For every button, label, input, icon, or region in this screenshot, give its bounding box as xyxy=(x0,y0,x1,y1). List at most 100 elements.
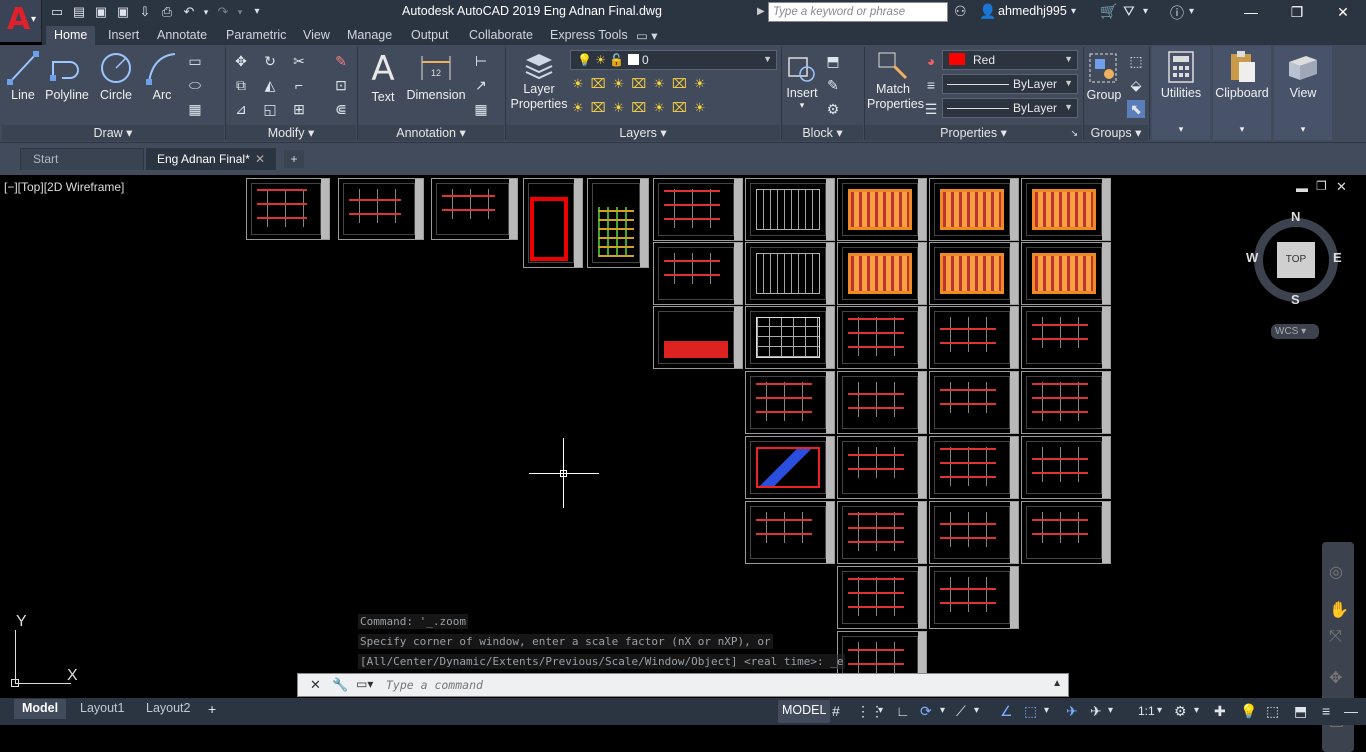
polar-dropdown-icon[interactable]: ▾ xyxy=(940,705,945,716)
annotation-scale[interactable]: 1:1 xyxy=(1138,704,1155,718)
properties-panel-label[interactable]: Properties ▾ ↘ xyxy=(865,125,1082,141)
add-layout-icon[interactable]: + xyxy=(208,701,216,717)
leader-style-icon[interactable]: ↗ xyxy=(472,76,490,94)
command-recent-icon[interactable]: ▭▾ xyxy=(356,677,373,691)
grid-icon[interactable]: # xyxy=(832,703,840,719)
save-icon[interactable]: ▣ xyxy=(92,4,110,20)
save-as-icon[interactable]: ▣ xyxy=(114,4,132,20)
workspace-dropdown-icon[interactable]: ▾ xyxy=(1194,705,1199,716)
tab-home[interactable]: Home xyxy=(46,26,96,45)
annotation-visibility-icon[interactable]: ✈ xyxy=(1066,703,1078,720)
lineweight-dropdown[interactable]: ByLayer ▼ xyxy=(942,98,1078,118)
search-input[interactable]: Type a keyword or phrase xyxy=(768,2,948,22)
compass-south[interactable]: S xyxy=(1291,292,1300,307)
gradient-icon[interactable]: ▦ xyxy=(186,100,204,118)
tab-insert[interactable]: Insert xyxy=(100,26,147,45)
command-customize-icon[interactable]: 🔧 xyxy=(332,677,348,693)
ribbon-options-icon[interactable]: ▭ ▾ xyxy=(628,26,666,45)
snap-dropdown-icon[interactable]: ▾ xyxy=(878,705,883,716)
command-history-toggle-icon[interactable]: ▲ xyxy=(1052,678,1062,689)
viewport-close-icon[interactable]: ✕ xyxy=(1336,179,1347,195)
lineweight-icon[interactable]: ≡ xyxy=(922,76,940,94)
mirror-icon[interactable]: ◭ xyxy=(261,76,279,94)
annotation-scale-dropdown-icon[interactable]: ▾ xyxy=(1157,705,1162,716)
redo-icon[interactable]: ↷ xyxy=(214,4,232,20)
linetype-icon[interactable]: ☰ xyxy=(922,100,940,118)
table-icon[interactable]: ▦ xyxy=(472,100,490,118)
group-edit-icon[interactable]: ⬙ xyxy=(1127,76,1145,94)
edit-attributes-icon[interactable]: ⚙ xyxy=(824,100,842,118)
linetype-dropdown[interactable]: ByLayer ▼ xyxy=(942,74,1078,94)
object-color-icon[interactable]: ◕ xyxy=(922,52,940,70)
viewcube-top-face[interactable]: TOP xyxy=(1277,242,1315,278)
object-snap-dropdown-icon[interactable]: ▾ xyxy=(1044,705,1049,716)
clipboard-button[interactable]: Clipboard ▾ xyxy=(1213,46,1271,140)
arc-button[interactable]: Arc xyxy=(143,50,181,102)
scale-icon[interactable]: ◱ xyxy=(261,100,279,118)
annotation-panel-label[interactable]: Annotation ▾ xyxy=(358,125,504,141)
pan-icon[interactable]: ✋ xyxy=(1329,600,1349,620)
polar-icon[interactable]: ⟳ xyxy=(920,703,932,720)
layer-dropdown[interactable]: 💡 ☀ 🔓 0 ▼ xyxy=(570,50,777,70)
redo-dropdown-icon[interactable]: ▾ xyxy=(236,4,244,20)
match-properties-button[interactable]: Match Properties xyxy=(867,50,924,112)
viewport-controls[interactable]: [−][Top][2D Wireframe] xyxy=(4,180,124,194)
a360-dropdown-icon[interactable]: ▾ xyxy=(1143,6,1148,17)
username[interactable]: ahmedhj995 xyxy=(998,4,1067,18)
trim-icon[interactable]: ✂ xyxy=(290,52,308,70)
groups-panel-label[interactable]: Groups ▾ xyxy=(1084,125,1148,141)
compass-north[interactable]: N xyxy=(1291,209,1300,224)
compass-east[interactable]: E xyxy=(1333,250,1342,265)
model-space-button[interactable]: MODEL xyxy=(778,700,831,723)
dimension-button[interactable]: 12 Dimension xyxy=(405,50,467,102)
group-selection-icon[interactable]: ⬉ xyxy=(1127,100,1145,118)
clean-screen-icon[interactable]: ⬒ xyxy=(1294,703,1307,720)
help-icon[interactable]: ⓘ xyxy=(1170,3,1184,23)
new-file-icon[interactable]: ▭ xyxy=(48,4,66,20)
erase-icon[interactable]: ✎ xyxy=(332,52,350,70)
hatch-icon[interactable]: ⬭ xyxy=(186,76,204,94)
command-close-icon[interactable]: ✕ xyxy=(310,677,321,693)
fillet-icon[interactable]: ⌐ xyxy=(290,76,308,94)
tab-parametric[interactable]: Parametric xyxy=(218,26,294,45)
auto-scale-dropdown-icon[interactable]: ▾ xyxy=(1108,705,1113,716)
move-icon[interactable]: ✥ xyxy=(232,52,250,70)
color-dropdown[interactable]: Red ▼ xyxy=(942,50,1078,70)
a360-icon[interactable]: ⛛ xyxy=(1123,3,1135,20)
line-button[interactable]: Line xyxy=(4,50,42,102)
file-tab-active[interactable]: Eng Adnan Final* ✕ xyxy=(146,148,276,170)
application-menu-button[interactable]: A ▾ xyxy=(0,0,42,42)
compass-west[interactable]: W xyxy=(1246,250,1258,265)
search-expand-icon[interactable]: ▶ xyxy=(757,3,767,21)
annotation-monitor-icon[interactable]: ✚ xyxy=(1214,703,1226,720)
rotate-icon[interactable]: ↻ xyxy=(261,52,279,70)
close-tab-icon[interactable]: ✕ xyxy=(255,152,265,166)
layer-properties-button[interactable]: Layer Properties xyxy=(510,50,568,112)
isodraft-icon[interactable]: ⟋ xyxy=(956,703,966,720)
ortho-icon[interactable]: ∟ xyxy=(896,703,910,719)
steering-wheel-icon[interactable]: ◎ xyxy=(1329,562,1343,582)
ungroup-icon[interactable]: ⬚ xyxy=(1127,52,1145,70)
user-dropdown-icon[interactable]: ▾ xyxy=(1071,6,1076,17)
copy-icon[interactable]: ⧉ xyxy=(232,76,250,94)
drawing-viewport[interactable]: [−][Top][2D Wireframe] Y X ▬ ❐ ✕ TOP N S… xyxy=(0,175,1366,752)
tab-layout1[interactable]: Layout1 xyxy=(72,699,132,719)
group-button[interactable]: Group xyxy=(1086,50,1122,102)
minimize-status-icon[interactable]: — xyxy=(1344,703,1358,719)
explode-icon[interactable]: ⊡ xyxy=(332,76,350,94)
isodraft-dropdown-icon[interactable]: ▾ xyxy=(974,705,979,716)
plot-icon[interactable]: ⎙ xyxy=(158,4,176,20)
customize-qat-icon[interactable]: ▾ xyxy=(248,4,266,20)
modify-panel-label[interactable]: Modify ▾ xyxy=(226,125,356,141)
tab-collaborate[interactable]: Collaborate xyxy=(461,26,541,45)
help-dropdown-icon[interactable]: ▾ xyxy=(1189,6,1194,17)
rectangle-icon[interactable]: ▭ xyxy=(186,52,204,70)
view-button[interactable]: View ▾ xyxy=(1274,46,1332,140)
cart-icon[interactable]: 🛒 xyxy=(1100,3,1117,20)
polyline-button[interactable]: Polyline xyxy=(44,50,90,102)
zoom-extents-icon[interactable]: ⤧ xyxy=(1329,628,1342,646)
web-mobile-icon[interactable]: ⇩ xyxy=(136,4,154,20)
tab-layout2[interactable]: Layout2 xyxy=(138,699,198,719)
layers-panel-label[interactable]: Layers ▾ xyxy=(506,125,780,141)
file-tab-start[interactable]: Start xyxy=(20,148,144,170)
